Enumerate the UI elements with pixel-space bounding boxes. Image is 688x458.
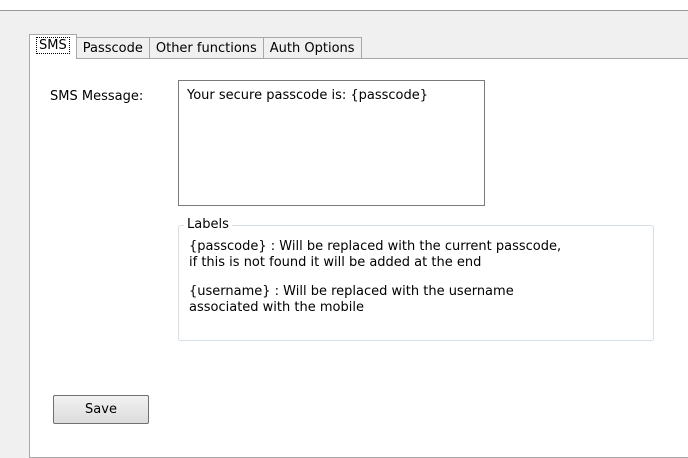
passcode-label-help: {passcode} : Will be replaced with the c…: [189, 239, 562, 270]
tab-other-functions-label: Other functions: [155, 41, 257, 56]
labels-groupbox: Labels {passcode} : Will be replaced wit…: [178, 217, 654, 341]
tab-sms[interactable]: SMS: [29, 34, 77, 59]
tab-auth-options[interactable]: Auth Options: [262, 37, 362, 58]
sms-message-textarea[interactable]: Your secure passcode is: {passcode}: [178, 80, 485, 206]
username-label-help: {username} : Will be replaced with the u…: [189, 284, 514, 315]
settings-window: SMS Passcode Other functions Auth Option…: [0, 0, 688, 458]
tab-passcode[interactable]: Passcode: [75, 37, 150, 58]
window-top-edge: [0, 0, 688, 11]
sms-message-label: SMS Message:: [50, 89, 144, 104]
tab-other-functions[interactable]: Other functions: [148, 37, 264, 58]
tab-strip: SMS Passcode Other functions Auth Option…: [29, 34, 362, 59]
labels-groupbox-title: Labels: [184, 217, 232, 232]
save-button[interactable]: Save: [53, 395, 149, 424]
tab-passcode-label: Passcode: [82, 41, 143, 56]
sms-tab-panel: SMS Message: Your secure passcode is: {p…: [29, 58, 688, 458]
tab-sms-label: SMS: [36, 37, 70, 54]
tab-auth-options-label: Auth Options: [269, 41, 355, 56]
